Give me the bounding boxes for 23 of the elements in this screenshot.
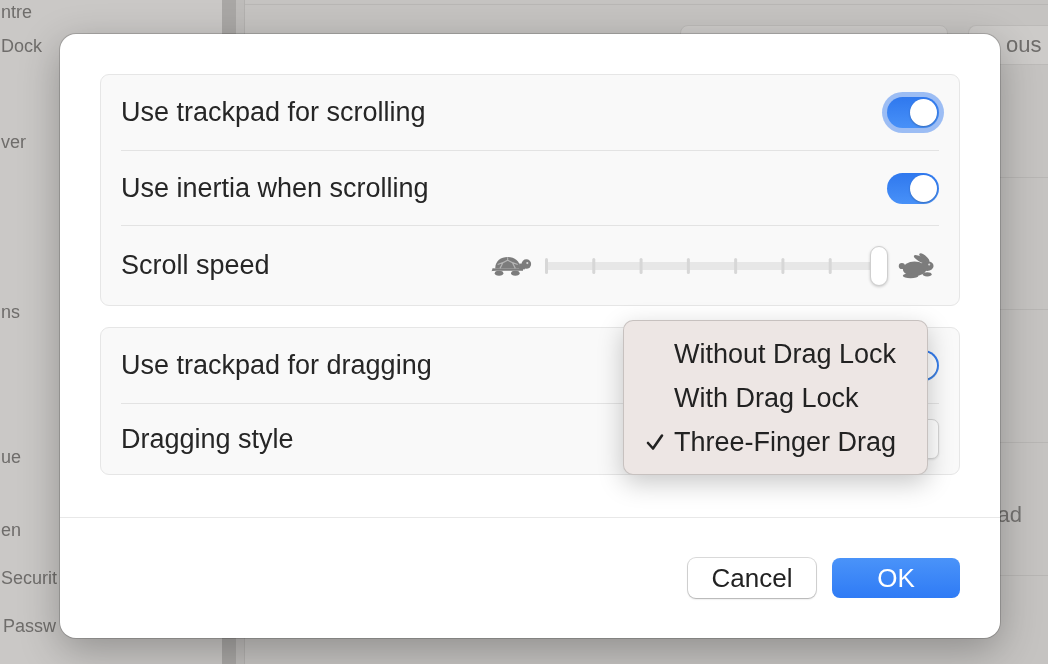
turtle-icon	[491, 254, 532, 277]
setting-label: Scroll speed	[121, 250, 270, 281]
sidebar-item[interactable]: ns	[1, 300, 20, 324]
rabbit-icon	[897, 252, 936, 279]
slider-thumb[interactable]	[870, 245, 888, 286]
sidebar-item[interactable]: Passw	[3, 614, 56, 638]
setting-label: Use inertia when scrolling	[121, 172, 429, 204]
sidebar-item[interactable]: en	[1, 518, 22, 542]
setting-label: Use trackpad for scrolling	[121, 97, 426, 128]
sidebar-item[interactable]: ue	[1, 445, 22, 469]
setting-label: Dragging style	[121, 423, 294, 455]
menu-item[interactable]: With Drag Lock	[624, 376, 927, 420]
setting-label: Use trackpad for dragging	[121, 350, 432, 381]
row-label: ad	[997, 502, 1022, 528]
menu-item[interactable]: Three-Finger Drag	[624, 420, 927, 464]
sidebar-item[interactable]: Securit	[1, 566, 58, 590]
menu-item[interactable]: Without Drag Lock	[624, 332, 927, 376]
sidebar-item[interactable]: ver	[1, 130, 26, 154]
sidebar-item[interactable]: ntre	[1, 0, 33, 24]
sidebar-item[interactable]: Dock	[1, 34, 42, 58]
toggle-switch[interactable]	[887, 172, 939, 204]
cancel-button[interactable]: Cancel	[688, 558, 816, 598]
ok-button[interactable]: OK	[832, 558, 960, 598]
